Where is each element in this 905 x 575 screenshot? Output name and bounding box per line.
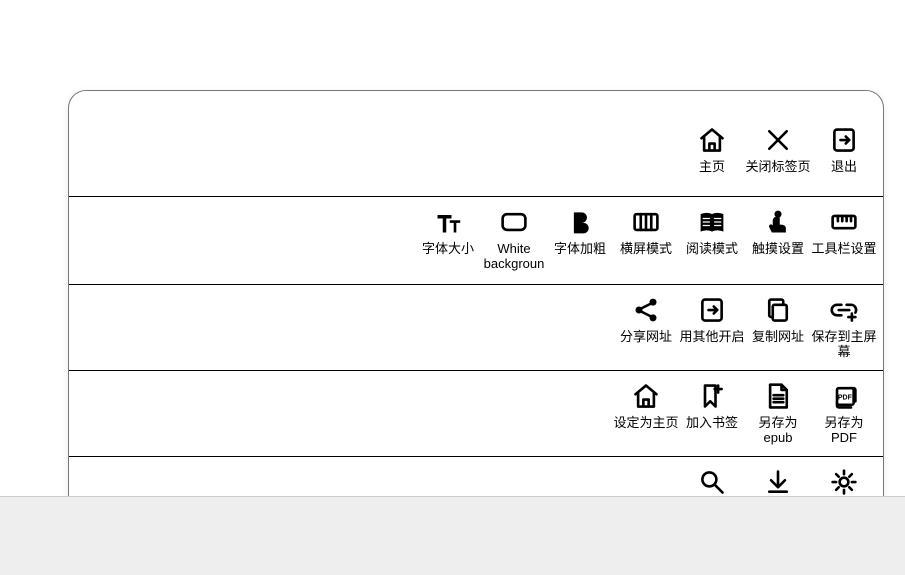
- copy-url-button[interactable]: 复制网址: [745, 295, 811, 344]
- set-homepage-label: 设定为主页: [613, 415, 678, 430]
- open-with-icon: [697, 295, 727, 325]
- exit-icon: [829, 125, 859, 155]
- find-in-page-label: 页面中查找: [679, 501, 744, 516]
- toolbar-settings-label: 工具栏设置: [811, 241, 876, 256]
- reader-mode-label: 阅读模式: [686, 241, 738, 256]
- close-tab-label: 关闭标签页: [745, 159, 810, 174]
- share-url-button[interactable]: 分享网址: [613, 295, 679, 344]
- landscape-icon: [631, 207, 661, 237]
- touch-settings-button[interactable]: 触摸设置: [745, 207, 811, 256]
- download-icon: [763, 467, 793, 497]
- panel-row-3: 分享网址 用其他开启 复制网址 保存到主屏幕: [69, 285, 883, 371]
- ruler-icon: [829, 207, 859, 237]
- bold-button[interactable]: 字体加粗: [547, 207, 613, 256]
- settings-label: 设置: [831, 501, 857, 516]
- toolbar-settings-button[interactable]: 工具栏设置: [811, 207, 877, 256]
- home-icon: [631, 381, 661, 411]
- open-with-label: 用其他开启: [679, 329, 744, 344]
- touch-icon: [763, 207, 793, 237]
- download-button[interactable]: 下载: [745, 467, 811, 516]
- settings-button[interactable]: 设置: [811, 467, 877, 516]
- save-epub-button[interactable]: 另存为 epub: [745, 381, 811, 445]
- svg-text:PDF: PDF: [838, 395, 853, 402]
- landscape-label: 横屏模式: [620, 241, 672, 256]
- panel-row-5: 页面中查找 下载 设置: [69, 457, 883, 544]
- home-icon: [697, 125, 727, 155]
- settings-panel: 主页 关闭标签页 退出 字体大小 White backgroun: [68, 90, 884, 544]
- share-url-label: 分享网址: [620, 329, 672, 344]
- add-bookmark-label: 加入书签: [686, 415, 738, 430]
- copy-url-label: 复制网址: [752, 329, 804, 344]
- font-size-label: 字体大小: [422, 241, 474, 256]
- save-homescreen-label: 保存到主屏幕: [811, 329, 877, 359]
- white-bg-icon: [499, 207, 529, 237]
- landscape-button[interactable]: 横屏模式: [613, 207, 679, 256]
- share-icon: [631, 295, 661, 325]
- find-in-page-button[interactable]: 页面中查找: [679, 467, 745, 516]
- document-icon: [763, 381, 793, 411]
- search-icon: [697, 467, 727, 497]
- white-bg-button[interactable]: White backgroun: [481, 207, 547, 271]
- home-button[interactable]: 主页: [679, 125, 745, 174]
- copy-icon: [763, 295, 793, 325]
- bold-label: 字体加粗: [554, 241, 606, 256]
- book-icon: [697, 207, 727, 237]
- open-with-button[interactable]: 用其他开启: [679, 295, 745, 344]
- set-homepage-button[interactable]: 设定为主页: [613, 381, 679, 430]
- font-size-button[interactable]: 字体大小: [415, 207, 481, 256]
- download-label: 下载: [765, 501, 791, 516]
- panel-row-2: 字体大小 White backgroun 字体加粗 横屏模式 阅读模式 触摸设置: [69, 197, 883, 285]
- reader-mode-button[interactable]: 阅读模式: [679, 207, 745, 256]
- close-tab-button[interactable]: 关闭标签页: [745, 125, 811, 174]
- save-homescreen-button[interactable]: 保存到主屏幕: [811, 295, 877, 359]
- bookmark-plus-icon: [697, 381, 727, 411]
- exit-button[interactable]: 退出: [811, 125, 877, 174]
- save-pdf-button[interactable]: PDF 另存为 PDF: [811, 381, 877, 445]
- link-plus-icon: [829, 295, 859, 325]
- add-bookmark-button[interactable]: 加入书签: [679, 381, 745, 430]
- panel-row-4: 设定为主页 加入书签 另存为 epub PDF 另存为 PDF: [69, 371, 883, 457]
- exit-label: 退出: [831, 159, 857, 174]
- close-icon: [763, 125, 793, 155]
- watermark: 什么值得买: [777, 537, 897, 569]
- bold-icon: [565, 207, 595, 237]
- font-size-icon: [433, 207, 463, 237]
- save-epub-label: 另存为 epub: [745, 415, 811, 445]
- home-label: 主页: [699, 159, 725, 174]
- save-pdf-label: 另存为 PDF: [811, 415, 877, 445]
- pdf-icon: PDF: [829, 381, 859, 411]
- white-bg-label: White backgroun: [481, 241, 547, 271]
- touch-settings-label: 触摸设置: [752, 241, 804, 256]
- panel-row-1: 主页 关闭标签页 退出: [69, 91, 883, 197]
- gear-icon: [829, 467, 859, 497]
